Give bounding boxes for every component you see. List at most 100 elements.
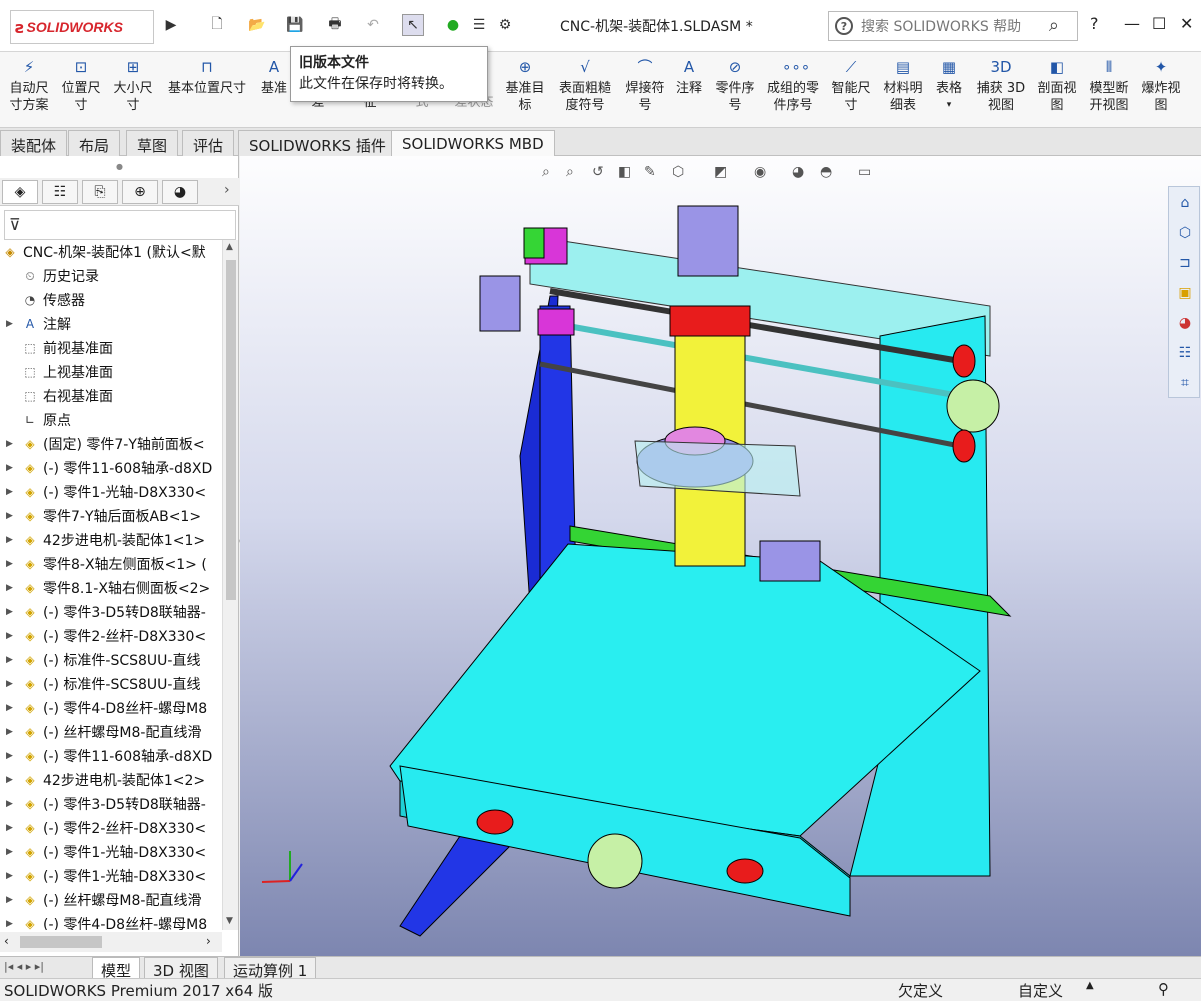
stacked-balloon-button[interactable]: ∘∘∘ 成组的零 件序号 [762, 56, 824, 114]
smart-dimension-button[interactable]: ⟋ 智能尺 寸 [828, 56, 874, 114]
expand-arrow-icon[interactable]: ▶ [6, 751, 16, 761]
select-cursor-icon[interactable]: ↖ [402, 14, 424, 36]
expand-arrow-icon[interactable]: ▶ [6, 919, 16, 929]
section-view-button[interactable]: ◧ 剖面视 图 [1034, 56, 1080, 114]
file-explorer-icon[interactable]: ⊐ [1173, 251, 1197, 275]
location-dimension-button[interactable]: ⊡ 位置尺 寸 [58, 56, 104, 114]
tree-item[interactable]: ▶ ◈ (-) 零件3-D5转D8联轴器- [0, 600, 206, 624]
tree-item[interactable]: ▶ ◈ 零件8-X轴左侧面板<1> ( [0, 552, 207, 576]
tree-item[interactable]: ▶ ◈ (-) 零件2-丝杆-D8X330< [0, 624, 206, 648]
auto-dimension-button[interactable]: ⚡ 自动尺 寸方案 [6, 56, 52, 114]
menu-expand-icon[interactable]: ▶ [160, 14, 182, 36]
display-manager-tab-icon[interactable]: ◕ [162, 180, 198, 204]
note-button[interactable]: A 注释 [672, 56, 706, 97]
tab-assembly[interactable]: 装配体 [0, 130, 68, 156]
tab-navigation-icons[interactable]: |◂ ◂ ▸ ▸| [4, 960, 44, 973]
panel-tabs-next-icon[interactable]: › [224, 182, 230, 198]
tab-mbd[interactable]: SOLIDWORKS MBD [391, 130, 555, 156]
expand-arrow-icon[interactable]: ▶ [6, 319, 16, 329]
status-options-icon[interactable]: ⚲ [1158, 980, 1169, 998]
expand-arrow-icon[interactable]: ▶ [6, 727, 16, 737]
expand-arrow-icon[interactable]: ▶ [6, 823, 16, 833]
scroll-up-icon[interactable]: ▲ [226, 242, 233, 252]
tab-sketch[interactable]: 草图 [126, 130, 179, 156]
expand-arrow-icon[interactable]: ▶ [6, 655, 16, 665]
capture-3d-view-button[interactable]: 3D 捕获 3D 视图 [974, 56, 1028, 114]
print-icon[interactable]: 🖶 [324, 14, 346, 36]
property-manager-tab-icon[interactable]: ☷ [42, 180, 78, 204]
scroll-down-icon[interactable]: ▼ [226, 916, 233, 926]
weld-symbol-button[interactable]: ⌒ 焊接符 号 [622, 56, 668, 114]
datum-target-button[interactable]: ⊕ 基准目 标 [502, 56, 548, 114]
tree-item[interactable]: ▶ ◈ (-) 零件11-608轴承-d8XD [0, 456, 212, 480]
balloon-button[interactable]: ⊘ 零件序 号 [712, 56, 758, 114]
size-dimension-button[interactable]: ⊞ 大小尺 寸 [110, 56, 156, 114]
tree-item[interactable]: ▶ ◈ (-) 标准件-SCS8UU-直线 [0, 648, 200, 672]
search-icon[interactable]: ⌕ [1049, 15, 1059, 36]
design-library-icon[interactable]: ⬡ [1173, 221, 1197, 245]
expand-arrow-icon[interactable]: ▶ [6, 799, 16, 809]
scroll-left-icon[interactable]: ‹ [4, 934, 9, 948]
tree-item[interactable]: ▶ ◈ (固定) 零件7-Y轴前面板< [0, 432, 205, 456]
minimize-button[interactable]: — [1124, 14, 1140, 33]
tree-item[interactable]: ▶ ◈ (-) 零件3-D5转D8联轴器- [0, 792, 206, 816]
hscroll-thumb[interactable] [20, 936, 102, 948]
options-gear-icon[interactable]: ⚙ [494, 14, 516, 36]
expand-arrow-icon[interactable]: ▶ [6, 487, 16, 497]
graphics-viewport[interactable]: ⌕ ⌕ ↺ ◧ ✎ ⬡ ◩ ◉ ◕ ◓ ▭ ⊏ ⊐ − ❐ ✕ [240, 156, 1201, 956]
help-search-box[interactable]: ? 搜索 SOLIDWORKS 帮助 ⌕ [828, 11, 1078, 41]
expand-arrow-icon[interactable]: ▶ [6, 895, 16, 905]
forum-icon[interactable]: ⌗ [1173, 371, 1197, 395]
open-file-icon[interactable]: 📂 [246, 14, 268, 36]
bom-button[interactable]: ▤ 材料明 细表 [880, 56, 926, 114]
tree-item[interactable]: ▶ ◈ (-) 零件4-D8丝杆-螺母M8 [0, 696, 207, 720]
tab-motion-study[interactable]: 运动算例 1 [224, 957, 317, 980]
expand-arrow-icon[interactable]: ▶ [6, 559, 16, 569]
tree-item[interactable]: ⏲ 历史记录 [0, 264, 99, 288]
expand-arrow-icon[interactable]: ▶ [6, 871, 16, 881]
tree-item[interactable]: ▶ ◈ (-) 零件4-D8丝杆-螺母M8 [0, 912, 207, 930]
file-properties-icon[interactable]: ☰ [468, 14, 490, 36]
tree-filter[interactable]: ⊽ [4, 210, 236, 240]
help-button[interactable]: ? [1090, 14, 1099, 33]
home-icon[interactable]: ⌂ [1173, 191, 1197, 215]
rebuild-icon[interactable]: ● [442, 14, 464, 36]
tree-item[interactable]: ▶ ◈ 零件8.1-X轴右侧面板<2> [0, 576, 210, 600]
expand-arrow-icon[interactable]: ▶ [6, 607, 16, 617]
tree-vertical-scrollbar[interactable]: ▲ ▼ [222, 240, 238, 930]
surface-finish-button[interactable]: √ 表面粗糙 度符号 [554, 56, 616, 114]
tab-addins[interactable]: SOLIDWORKS 插件 [238, 130, 397, 156]
tree-item[interactable]: ▶ ◈ (-) 丝杆螺母M8-配直线滑 [0, 888, 201, 912]
scroll-right-icon[interactable]: › [206, 934, 211, 948]
undo-icon[interactable]: ↶ [362, 14, 384, 36]
panel-grip-icon[interactable]: ● [116, 162, 123, 171]
table-button[interactable]: ▦ 表格 ▾ [932, 56, 966, 114]
expand-arrow-icon[interactable]: ▶ [6, 631, 16, 641]
expand-arrow-icon[interactable]: ▶ [6, 679, 16, 689]
custom-properties-icon[interactable]: ☷ [1173, 341, 1197, 365]
tree-item[interactable]: ▶ ◈ 42步进电机-装配体1<2> [0, 768, 205, 792]
model-break-view-button[interactable]: ⫴ 模型断 开视图 [1086, 56, 1132, 114]
tree-item[interactable]: ▶ ◈ (-) 丝杆螺母M8-配直线滑 [0, 720, 201, 744]
configuration-tab-icon[interactable]: ⎘ [82, 180, 118, 204]
expand-arrow-icon[interactable]: ▶ [6, 847, 16, 857]
expand-arrow-icon[interactable]: ▶ [6, 535, 16, 545]
appearances-icon[interactable]: ◕ [1173, 311, 1197, 335]
expand-arrow-icon[interactable]: ▶ [6, 511, 16, 521]
view-palette-icon[interactable]: ▣ [1173, 281, 1197, 305]
tree-item[interactable]: ◔ 传感器 [0, 288, 85, 312]
tree-item[interactable]: ▶ ◈ (-) 标准件-SCS8UU-直线 [0, 672, 200, 696]
status-units[interactable]: 自定义 [1018, 980, 1063, 1001]
solidworks-logo[interactable]: ƨ SOLIDWORKS [10, 10, 154, 44]
tree-item[interactable]: ▶ ◈ (-) 零件1-光轴-D8X330< [0, 864, 206, 888]
scroll-thumb[interactable] [226, 260, 236, 600]
tree-item[interactable]: ⬚ 右视基准面 [0, 384, 113, 408]
feature-tree-tab-icon[interactable]: ◈ [2, 180, 38, 204]
tab-layout[interactable]: 布局 [68, 130, 121, 156]
tree-item[interactable]: ▶ ◈ (-) 零件1-光轴-D8X330< [0, 480, 206, 504]
tree-item[interactable]: ⬚ 前视基准面 [0, 336, 113, 360]
expand-arrow-icon[interactable]: ▶ [6, 439, 16, 449]
units-dropdown-icon[interactable]: ▲ [1086, 980, 1094, 991]
save-icon[interactable]: 💾 [284, 14, 306, 36]
tree-horizontal-scrollbar[interactable]: ‹ › [0, 932, 222, 952]
